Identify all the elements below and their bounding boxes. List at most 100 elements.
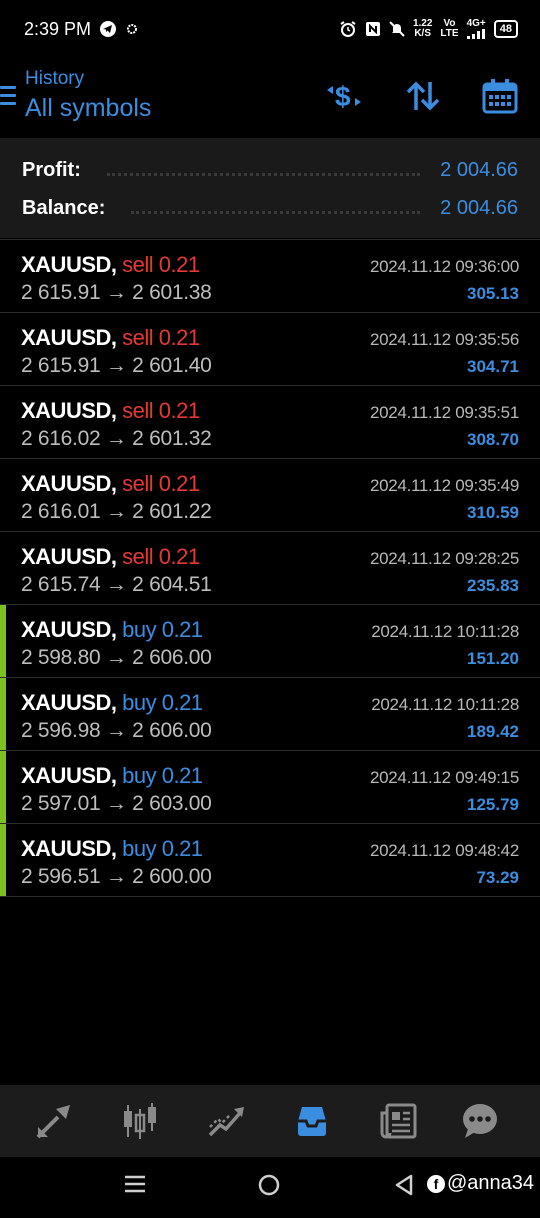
arrow-icon: → bbox=[105, 865, 127, 888]
trade-row[interactable]: XAUUSD, buy 0.21 2 596.98 → 2 606.00 2024.… bbox=[0, 677, 540, 750]
trade-type: buy 0.21 bbox=[122, 690, 203, 715]
trade-profit: 308.70 bbox=[467, 430, 519, 449]
arrow-icon: → bbox=[105, 792, 127, 815]
trade-time: 2024.11.12 09:36:00 bbox=[369, 257, 519, 276]
trade-row[interactable]: XAUUSD, sell 0.21 2 616.01 → 2 601.22 2024… bbox=[0, 458, 540, 531]
recent-apps-button[interactable] bbox=[124, 1173, 146, 1195]
volte-indicator: Vo LTE bbox=[440, 18, 459, 39]
home-button[interactable] bbox=[257, 1173, 281, 1197]
quotes-icon bbox=[36, 1105, 70, 1139]
symbol-name: XAUUSD, bbox=[21, 398, 117, 423]
arrow-icon: → bbox=[105, 573, 127, 596]
trade-profit: 189.42 bbox=[467, 722, 519, 741]
profit-label: Profit: bbox=[22, 158, 81, 181]
status-time: 2:39 PM bbox=[24, 18, 92, 39]
calendar-button[interactable] bbox=[478, 74, 522, 118]
trade-row[interactable]: XAUUSD, sell 0.21 2 616.02 → 2 601.32 2024… bbox=[0, 385, 540, 458]
symbol-name: XAUUSD, bbox=[21, 252, 117, 277]
mute-bell-icon bbox=[389, 21, 405, 37]
nav-messages[interactable] bbox=[458, 1099, 502, 1143]
trade-icon bbox=[208, 1107, 244, 1137]
trade-profit: 305.13 bbox=[467, 284, 519, 303]
arrow-icon: → bbox=[105, 354, 127, 377]
close-price: 2 603.00 bbox=[132, 792, 212, 815]
close-price: 2 601.40 bbox=[132, 354, 212, 377]
sort-button[interactable] bbox=[401, 74, 445, 118]
balance-row: Balance: 2 004.66 bbox=[22, 193, 518, 223]
signal-indicator: 4G+ bbox=[467, 19, 486, 39]
open-price: 2 597.01 bbox=[21, 792, 101, 815]
close-price: 2 600.00 bbox=[132, 865, 212, 888]
symbol-name: XAUUSD, bbox=[21, 325, 117, 350]
app-header: History All symbols $ bbox=[0, 58, 540, 138]
trade-symbol: XAUUSD, sell 0.21 bbox=[21, 398, 200, 424]
trade-type: buy 0.21 bbox=[122, 836, 203, 861]
arrow-icon: → bbox=[105, 281, 127, 304]
deposit-filter-button[interactable]: $ bbox=[322, 74, 366, 118]
open-price: 2 616.01 bbox=[21, 500, 101, 523]
close-price: 2 604.51 bbox=[132, 573, 212, 596]
nav-quotes[interactable] bbox=[32, 1099, 76, 1143]
trade-row[interactable]: XAUUSD, sell 0.21 2 615.91 → 2 601.38 2024… bbox=[0, 239, 540, 312]
trade-list: XAUUSD, sell 0.21 2 615.91 → 2 601.38 2024… bbox=[0, 239, 540, 897]
sort-arrows-icon bbox=[406, 81, 440, 111]
symbol-filter[interactable]: All symbols bbox=[25, 94, 151, 123]
back-button[interactable] bbox=[393, 1173, 415, 1197]
trade-time: 2024.11.12 09:35:49 bbox=[369, 476, 519, 495]
profit-value: 2 004.66 bbox=[440, 158, 518, 181]
trade-type: buy 0.21 bbox=[122, 617, 203, 642]
symbol-name: XAUUSD, bbox=[21, 690, 117, 715]
trade-type: sell 0.21 bbox=[122, 398, 200, 423]
trade-row[interactable]: XAUUSD, sell 0.21 2 615.74 → 2 604.51 2024… bbox=[0, 531, 540, 604]
history-icon bbox=[298, 1107, 326, 1136]
trade-symbol: XAUUSD, sell 0.21 bbox=[21, 252, 200, 278]
open-price: 2 616.02 bbox=[21, 427, 101, 450]
trade-row[interactable]: XAUUSD, buy 0.21 2 596.51 → 2 600.00 2024.… bbox=[0, 823, 540, 897]
menu-icon[interactable] bbox=[0, 86, 16, 108]
trade-prices: 2 616.02 → 2 601.32 bbox=[21, 427, 212, 451]
back-icon bbox=[395, 1174, 413, 1196]
arrow-icon: → bbox=[105, 500, 127, 523]
nfc-icon bbox=[365, 21, 381, 37]
symbol-name: XAUUSD, bbox=[21, 471, 117, 496]
battery-indicator: 48 bbox=[493, 20, 518, 38]
account-summary: Profit: 2 004.66 Balance: 2 004.66 bbox=[0, 138, 540, 238]
symbol-name: XAUUSD, bbox=[21, 617, 117, 642]
trade-profit: 235.83 bbox=[467, 576, 519, 595]
trade-time: 2024.11.12 09:28:25 bbox=[369, 549, 519, 568]
trade-row[interactable]: XAUUSD, buy 0.21 2 597.01 → 2 603.00 2024.… bbox=[0, 750, 540, 823]
trade-symbol: XAUUSD, sell 0.21 bbox=[21, 471, 200, 497]
svg-text:$: $ bbox=[335, 81, 351, 112]
open-price: 2 615.91 bbox=[21, 281, 101, 304]
trade-prices: 2 615.74 → 2 604.51 bbox=[21, 573, 212, 597]
close-price: 2 606.00 bbox=[132, 719, 212, 742]
trade-row[interactable]: XAUUSD, buy 0.21 2 598.80 → 2 606.00 2024.… bbox=[0, 604, 540, 677]
chart-icon bbox=[124, 1103, 156, 1139]
open-price: 2 598.80 bbox=[21, 646, 101, 669]
nav-trade[interactable] bbox=[204, 1099, 248, 1143]
trade-symbol: XAUUSD, buy 0.21 bbox=[21, 617, 203, 643]
trade-profit: 73.29 bbox=[476, 868, 519, 887]
balance-value: 2 004.66 bbox=[440, 196, 518, 219]
trade-symbol: XAUUSD, buy 0.21 bbox=[21, 763, 203, 789]
trade-symbol: XAUUSD, buy 0.21 bbox=[21, 836, 203, 862]
nav-history[interactable] bbox=[290, 1099, 334, 1143]
calendar-icon bbox=[482, 79, 518, 114]
trade-row[interactable]: XAUUSD, sell 0.21 2 615.91 → 2 601.40 2024… bbox=[0, 312, 540, 385]
arrow-icon: → bbox=[105, 646, 127, 669]
trade-prices: 2 615.91 → 2 601.40 bbox=[21, 354, 212, 378]
arrow-icon: → bbox=[105, 719, 127, 742]
trade-profit: 304.71 bbox=[467, 357, 519, 376]
home-icon bbox=[258, 1174, 280, 1196]
trade-profit: 310.59 bbox=[467, 503, 519, 522]
nav-chart[interactable] bbox=[118, 1099, 162, 1143]
header-subtitle: History bbox=[25, 68, 85, 89]
nav-news[interactable] bbox=[376, 1099, 420, 1143]
open-price: 2 615.74 bbox=[21, 573, 101, 596]
facebook-icon: f bbox=[426, 1174, 445, 1193]
trade-profit: 125.79 bbox=[467, 795, 519, 814]
trade-prices: 2 596.98 → 2 606.00 bbox=[21, 719, 212, 743]
bottom-navigation bbox=[0, 1085, 540, 1157]
trade-prices: 2 615.91 → 2 601.38 bbox=[21, 281, 212, 305]
trade-prices: 2 598.80 → 2 606.00 bbox=[21, 646, 212, 670]
